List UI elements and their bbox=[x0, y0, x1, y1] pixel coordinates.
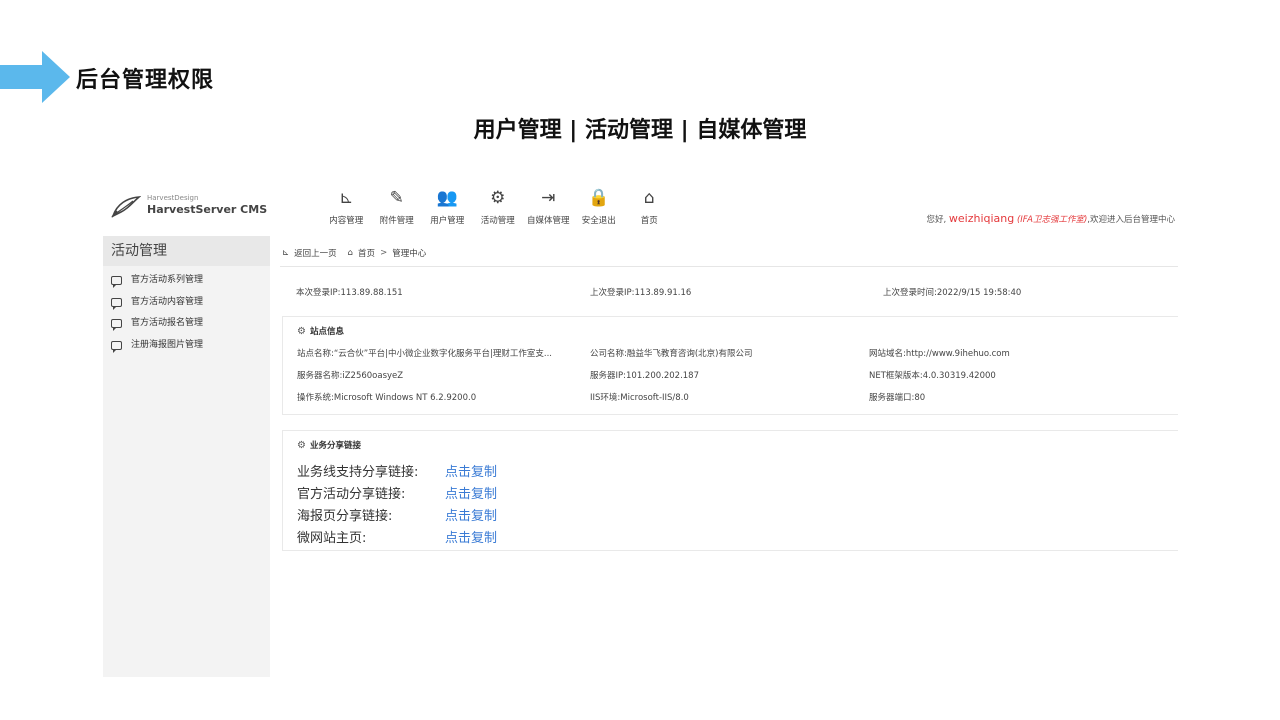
share-label: 官方活动分享链接: bbox=[297, 487, 406, 502]
sidebar-item-label: 注册海报图片管理 bbox=[131, 339, 204, 350]
arrow-right-icon bbox=[0, 51, 70, 103]
cms-window: HarvestDesign HarvestServer CMS ⊾ 内容管理 ✎… bbox=[103, 180, 1178, 677]
sidebar-item-poster-images[interactable]: 注册海报图片管理 bbox=[103, 335, 270, 357]
nav-home[interactable]: ⌂ 首页 bbox=[624, 186, 675, 230]
server-ip: 服务器IP:101.200.202.187 bbox=[590, 371, 699, 381]
server-port: 服务器端口:80 bbox=[869, 393, 926, 403]
sidebar-item-activity-signup[interactable]: 官方活动报名管理 bbox=[103, 313, 270, 335]
lock-icon: 🔒 bbox=[588, 188, 610, 208]
sidebar-item-label: 官方活动内容管理 bbox=[131, 296, 204, 307]
comment-icon bbox=[111, 340, 122, 353]
this-login-ip: 本次登录IP:113.89.88.151 bbox=[296, 288, 403, 298]
copy-link-button[interactable]: 点击复制 bbox=[445, 461, 497, 480]
breadcrumb-home[interactable]: 首页 bbox=[358, 247, 375, 259]
share-label: 业务线支持分享链接: bbox=[297, 465, 419, 480]
main-content: ⊾ 返回上一页 ⌂ 首页 > 管理中心 本次登录IP:113.89.88.151… bbox=[270, 236, 1178, 677]
copy-link-button[interactable]: 点击复制 bbox=[445, 527, 497, 546]
company-name: 公司名称:融益华飞教育咨询(北京)有限公司 bbox=[590, 349, 753, 359]
share-links-card: ⚙ 业务分享链接 业务线支持分享链接: 点击复制 官方活动分享链接: 点击复制 … bbox=[282, 430, 1178, 551]
comment-icon bbox=[111, 297, 122, 310]
site-name: 站点名称:“云合伙”平台|中小微企业数字化服务平台|理财工作室支... bbox=[297, 349, 553, 359]
top-nav: ⊾ 内容管理 ✎ 附件管理 👥 用户管理 ⚙ 活动管理 ⇥ 自媒体管理 🔒 安全… bbox=[321, 186, 675, 230]
site-info-card: ⚙ 站点信息 站点名称:“云合伙”平台|中小微企业数字化服务平台|理财工作室支.… bbox=[282, 316, 1178, 415]
sidebar-title: 活动管理 bbox=[103, 236, 270, 266]
net-version: NET框架版本:4.0.30319.42000 bbox=[869, 371, 996, 381]
share-row-poster: 海报页分享链接: 点击复制 bbox=[297, 505, 497, 524]
copy-link-button[interactable]: 点击复制 bbox=[445, 505, 497, 524]
sidebar-item-label: 官方活动报名管理 bbox=[131, 318, 204, 328]
user-greeting: 您好, weizhiqiang (IFA卫志强工作室),欢迎进入后台管理中心 bbox=[926, 212, 1175, 225]
cms-logo[interactable]: HarvestDesign HarvestServer CMS bbox=[111, 192, 271, 222]
logo-small-text: HarvestDesign bbox=[147, 194, 199, 202]
back-link[interactable]: 返回上一页 bbox=[294, 247, 337, 259]
last-login-time: 上次登录时间:2022/9/15 19:58:40 bbox=[883, 288, 1022, 298]
site-info-heading: 站点信息 bbox=[309, 327, 344, 337]
nav-activity-manage[interactable]: ⚙ 活动管理 bbox=[473, 186, 524, 230]
sidebar-item-activity-content[interactable]: 官方活动内容管理 bbox=[103, 292, 270, 314]
sidebar-menu: 官方活动系列管理 官方活动内容管理 官方活动报名管理 注册海报图片管理 bbox=[103, 266, 270, 356]
nav-label: 附件管理 bbox=[379, 216, 414, 226]
iis-environment: IIS环境:Microsoft-IIS/8.0 bbox=[590, 393, 689, 403]
copy-link-button[interactable]: 点击复制 bbox=[445, 483, 497, 502]
greeting-suffix: ,欢迎进入后台管理中心 bbox=[1087, 215, 1175, 225]
share-row-activity: 官方活动分享链接: 点击复制 bbox=[297, 483, 497, 502]
sidebar-item-activity-series[interactable]: 官方活动系列管理 bbox=[103, 270, 270, 292]
last-login-ip: 上次登录IP:113.89.91.16 bbox=[590, 288, 692, 298]
sitemap-icon: ⊾ bbox=[339, 188, 354, 208]
gear-icon: ⚙ bbox=[297, 439, 306, 451]
greeting-prefix: 您好, bbox=[926, 215, 947, 225]
nav-attachment-manage[interactable]: ✎ 附件管理 bbox=[372, 186, 423, 230]
nav-user-manage[interactable]: 👥 用户管理 bbox=[422, 186, 473, 230]
gears-icon: ⚙ bbox=[490, 188, 506, 208]
nav-label: 活动管理 bbox=[480, 216, 515, 226]
comment-icon bbox=[111, 276, 122, 289]
breadcrumb-current: 管理中心 bbox=[392, 249, 427, 259]
logo-big-text: HarvestServer CMS bbox=[147, 203, 268, 216]
breadcrumb: ⊾ 返回上一页 ⌂ 首页 > 管理中心 bbox=[282, 247, 426, 259]
site-info-title: ⚙ 站点信息 bbox=[297, 325, 344, 338]
nav-label: 首页 bbox=[640, 216, 658, 226]
divider bbox=[280, 266, 1178, 267]
share-links-title: ⚙ 业务分享链接 bbox=[297, 439, 361, 452]
leaf-logo-icon bbox=[111, 196, 141, 218]
server-name: 服务器名称:iZ2560oasyeZ bbox=[297, 371, 404, 381]
username: weizhiqiang bbox=[948, 212, 1015, 225]
sidebar-item-label: 官方活动系列管理 bbox=[131, 275, 204, 285]
share-row-business: 业务线支持分享链接: 点击复制 bbox=[297, 461, 497, 480]
slide-title: 后台管理权限 bbox=[76, 68, 215, 93]
gear-icon: ⚙ bbox=[297, 325, 306, 337]
back-icon[interactable]: ⊾ bbox=[282, 248, 289, 258]
nav-logout[interactable]: 🔒 安全退出 bbox=[574, 186, 625, 230]
users-icon: 👥 bbox=[436, 188, 458, 208]
sign-out-icon: ⇥ bbox=[541, 188, 556, 208]
nav-label: 自媒体管理 bbox=[526, 216, 570, 226]
user-org: (IFA卫志强工作室) bbox=[1016, 215, 1088, 225]
share-row-microsite: 微网站主页: 点击复制 bbox=[297, 527, 497, 546]
nav-label: 用户管理 bbox=[430, 216, 465, 226]
breadcrumb-separator: > bbox=[380, 248, 388, 258]
nav-media-manage[interactable]: ⇥ 自媒体管理 bbox=[523, 186, 574, 230]
share-label: 微网站主页: bbox=[297, 531, 367, 546]
home-small-icon: ⌂ bbox=[347, 248, 354, 258]
nav-label: 安全退出 bbox=[581, 216, 616, 226]
comment-icon bbox=[111, 319, 122, 332]
edit-icon: ✎ bbox=[389, 188, 404, 208]
nav-content-manage[interactable]: ⊾ 内容管理 bbox=[321, 186, 372, 230]
home-icon: ⌂ bbox=[643, 188, 655, 208]
nav-label: 内容管理 bbox=[329, 216, 364, 226]
site-domain: 网站域名:http://www.9ihehuo.com bbox=[869, 349, 1010, 359]
slide-subtitle: 用户管理 | 活动管理 | 自媒体管理 bbox=[473, 118, 807, 143]
share-links-heading: 业务分享链接 bbox=[309, 441, 361, 451]
share-label: 海报页分享链接: bbox=[297, 509, 393, 524]
operating-system: 操作系统:Microsoft Windows NT 6.2.9200.0 bbox=[297, 393, 477, 403]
sidebar: 活动管理 官方活动系列管理 官方活动内容管理 官方活动报名管理 注册海报图片管理 bbox=[103, 236, 270, 677]
